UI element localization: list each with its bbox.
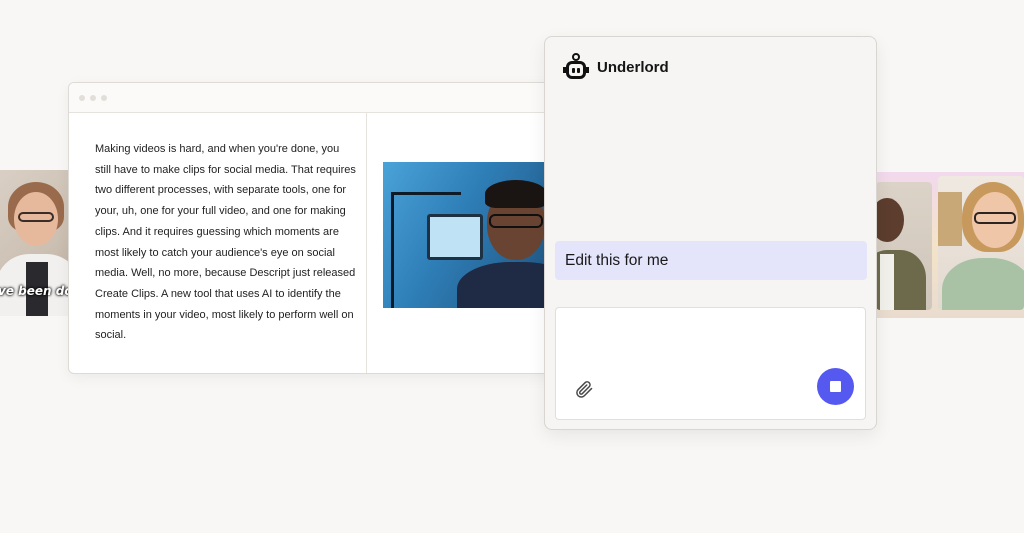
clip-thumbnail-right-1 [876,182,932,310]
paperclip-icon[interactable] [574,378,594,400]
clip-thumbnail-left: ve been doing [0,170,72,316]
window-titlebar [69,83,557,113]
person-shirt [880,254,894,310]
assistant-header: Underlord [563,53,669,81]
person-hair [485,180,547,208]
person-hoodie [942,258,1024,310]
window-dot-icon [90,94,96,101]
stop-icon [830,381,841,392]
person-shirt [457,262,557,308]
message-input[interactable] [568,318,854,368]
robot-icon [563,53,589,81]
window-dot-icon [101,94,107,101]
clip-thumbnail-right-2 [938,176,1024,310]
editor-window: Making videos is hard, and when you're d… [68,82,558,374]
glasses [974,212,1016,224]
assistant-title: Underlord [597,58,669,76]
video-preview[interactable] [383,162,557,308]
lamp-pole [391,194,394,308]
person-face [876,198,904,242]
transcript-text[interactable]: Making videos is hard, and when you're d… [95,139,356,346]
transcript-panel[interactable]: Making videos is hard, and when you're d… [69,113,367,373]
window-dot-icon [79,94,85,101]
cork-board [938,192,962,246]
stop-button[interactable] [817,368,854,405]
video-preview-area [367,113,557,373]
lamp-arm [391,192,461,195]
monitor [427,214,483,260]
prompt-message: Edit this for me [555,241,867,280]
clip-caption: ve been doing [0,284,72,298]
assistant-panel: Underlord Edit this for me [544,36,877,430]
message-composer [555,307,866,420]
glasses [489,214,543,228]
glasses [18,212,54,222]
